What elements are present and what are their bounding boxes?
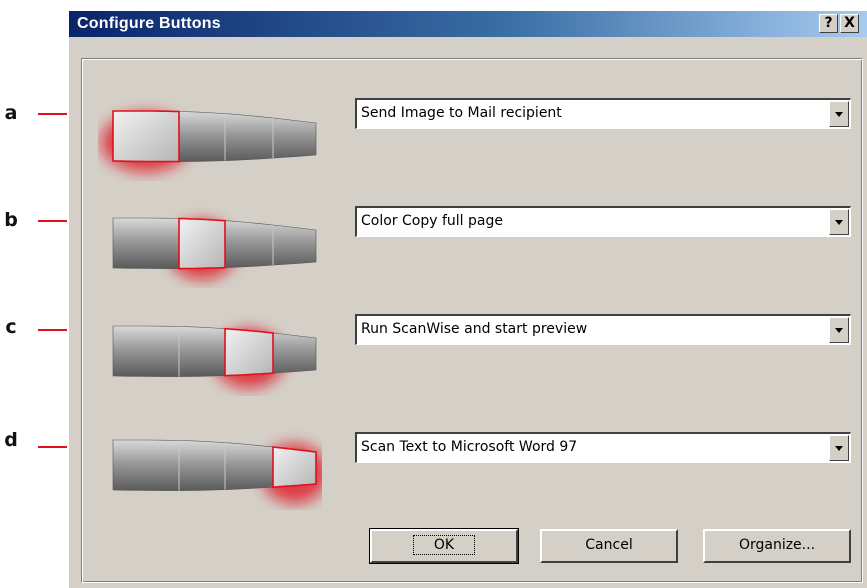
button-bar-body [112, 325, 317, 377]
scanner-buttons-image-b [98, 196, 322, 293]
callout-label-b: b [4, 209, 18, 231]
action-select-d-value: Scan Text to Microsoft Word 97 [361, 439, 578, 455]
action-select-b-value: Color Copy full page [361, 213, 503, 229]
action-select-c[interactable]: Run ScanWise and start preview [355, 314, 851, 345]
scanner-buttons-image-a [98, 89, 322, 186]
dialog-title: Configure Buttons [77, 15, 221, 32]
configure-buttons-dialog: Configure Buttons ? X Send Image to Mail… [67, 9, 867, 588]
cancel-button[interactable]: Cancel [540, 529, 678, 563]
scanner-buttons-image-d [98, 418, 328, 515]
ok-button-label: OK [412, 535, 476, 555]
callout-label-d: d [4, 429, 18, 451]
close-icon[interactable]: X [840, 14, 859, 33]
chevron-down-icon[interactable] [829, 101, 849, 127]
ok-button[interactable]: OK [369, 528, 519, 564]
scanner-buttons-graphic [101, 110, 317, 173]
help-icon[interactable]: ? [819, 14, 838, 33]
chevron-down-icon[interactable] [829, 317, 849, 343]
highlighted-button-segment [272, 446, 317, 488]
scanner-buttons-graphic [112, 439, 328, 504]
scanner-buttons-graphic [112, 325, 317, 389]
chevron-down-icon[interactable] [829, 435, 849, 461]
action-select-c-value: Run ScanWise and start preview [361, 321, 588, 337]
scanner-buttons-image-c [98, 304, 322, 401]
chevron-down-icon[interactable] [829, 209, 849, 235]
highlighted-button-segment [224, 327, 274, 377]
scanner-buttons-graphic [112, 217, 317, 280]
action-select-b[interactable]: Color Copy full page [355, 206, 851, 237]
action-select-a-value: Send Image to Mail recipient [361, 105, 562, 121]
highlighted-button-segment [178, 217, 226, 270]
organize-button[interactable]: Organize... [703, 529, 851, 563]
title-bar[interactable]: Configure Buttons ? X [69, 11, 867, 37]
action-select-a[interactable]: Send Image to Mail recipient [355, 98, 851, 129]
highlighted-button-segment [112, 110, 180, 163]
callout-label-c: c [5, 316, 17, 338]
callout-label-a: a [4, 102, 18, 124]
action-select-d[interactable]: Scan Text to Microsoft Word 97 [355, 432, 851, 463]
